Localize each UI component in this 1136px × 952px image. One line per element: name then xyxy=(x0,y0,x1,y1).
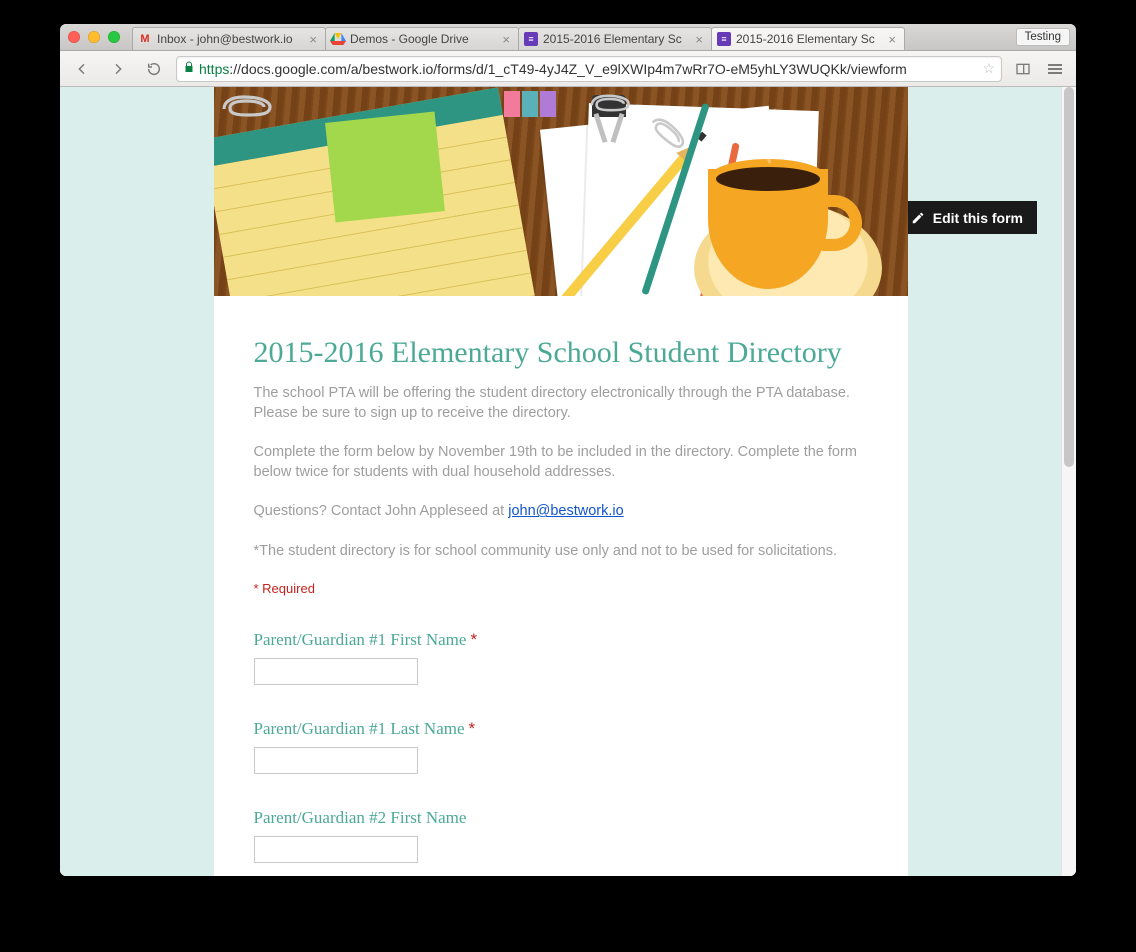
form-contact: Questions? Contact John Appleseed at joh… xyxy=(254,502,868,522)
tab-title: 2015-2016 Elementary Sc xyxy=(543,32,687,46)
window-traffic-lights[interactable] xyxy=(68,31,132,43)
parent1-last-input[interactable] xyxy=(254,747,418,774)
tab-title: 2015-2016 Elementary Sc xyxy=(736,32,880,46)
close-icon[interactable]: × xyxy=(691,32,707,47)
url-protocol: https xyxy=(199,61,229,77)
pencil-icon xyxy=(911,211,925,225)
browser-toolbar: https://docs.google.com/a/bestwork.io/fo… xyxy=(60,51,1076,87)
contact-email-link[interactable]: john@bestwork.io xyxy=(508,503,623,519)
close-icon[interactable]: × xyxy=(884,32,900,47)
parent1-first-input[interactable] xyxy=(254,658,418,685)
edit-form-label: Edit this form xyxy=(933,210,1023,226)
field-label: Parent/Guardian #1 First Name* xyxy=(254,630,868,650)
forms-icon: ≡ xyxy=(523,31,539,47)
parent2-first-input[interactable] xyxy=(254,836,418,863)
tab-title: Inbox - john@bestwork.io xyxy=(157,32,301,46)
question-parent1-first: Parent/Guardian #1 First Name* xyxy=(254,630,868,685)
tab-form-view[interactable]: ≡ 2015-2016 Elementary Sc × xyxy=(711,27,905,50)
required-legend: * Required xyxy=(254,581,868,596)
bookmark-icon[interactable]: ☆ xyxy=(982,60,995,77)
tab-title: Demos - Google Drive xyxy=(350,32,494,46)
window-minimize-icon[interactable] xyxy=(88,31,100,43)
form-description-2: Complete the form below by November 19th… xyxy=(254,443,868,482)
forward-button[interactable] xyxy=(104,57,132,81)
close-icon[interactable]: × xyxy=(305,32,321,47)
field-label: Parent/Guardian #1 Last Name* xyxy=(254,719,868,739)
question-parent1-last: Parent/Guardian #1 Last Name* xyxy=(254,719,868,774)
browser-tabs: M Inbox - john@bestwork.io × Demos - Goo… xyxy=(132,24,904,50)
gmail-icon: M xyxy=(137,31,153,47)
lock-icon xyxy=(183,60,195,77)
browser-window: M Inbox - john@bestwork.io × Demos - Goo… xyxy=(60,24,1076,876)
close-icon[interactable]: × xyxy=(498,32,514,47)
form-title: 2015-2016 Elementary School Student Dire… xyxy=(254,336,868,370)
field-label: Parent/Guardian #2 First Name xyxy=(254,808,868,828)
contact-prefix: Questions? Contact John Appleseed at xyxy=(254,503,509,519)
tab-drive[interactable]: Demos - Google Drive × xyxy=(325,27,519,50)
question-parent2-first: Parent/Guardian #2 First Name xyxy=(254,808,868,863)
scrollbar-thumb[interactable] xyxy=(1064,87,1074,467)
form-description-1: The school PTA will be offering the stud… xyxy=(254,384,868,423)
tab-strip: M Inbox - john@bestwork.io × Demos - Goo… xyxy=(60,24,1076,51)
form-disclaimer: *The student directory is for school com… xyxy=(254,542,868,562)
reload-button[interactable] xyxy=(140,57,168,81)
url-path: ://docs.google.com/a/bestwork.io/forms/d… xyxy=(229,61,906,77)
window-close-icon[interactable] xyxy=(68,31,80,43)
tab-form-edit[interactable]: ≡ 2015-2016 Elementary Sc × xyxy=(518,27,712,50)
panel-icon[interactable] xyxy=(1010,57,1036,81)
form-page: 2015-2016 Elementary School Student Dire… xyxy=(214,87,908,876)
form-body: 2015-2016 Elementary School Student Dire… xyxy=(214,296,908,876)
menu-button[interactable] xyxy=(1042,57,1068,81)
back-button[interactable] xyxy=(68,57,96,81)
edit-form-button[interactable]: Edit this form xyxy=(897,201,1037,234)
forms-icon: ≡ xyxy=(716,31,732,47)
drive-icon xyxy=(330,31,346,47)
window-zoom-icon[interactable] xyxy=(108,31,120,43)
address-bar[interactable]: https://docs.google.com/a/bestwork.io/fo… xyxy=(176,56,1002,82)
page-viewport: Edit this form 2015-2016 Elementary Scho… xyxy=(60,87,1061,876)
form-header-image xyxy=(214,87,908,296)
testing-badge: Testing xyxy=(1016,28,1070,46)
tab-inbox[interactable]: M Inbox - john@bestwork.io × xyxy=(132,27,326,50)
vertical-scrollbar[interactable] xyxy=(1061,87,1076,876)
